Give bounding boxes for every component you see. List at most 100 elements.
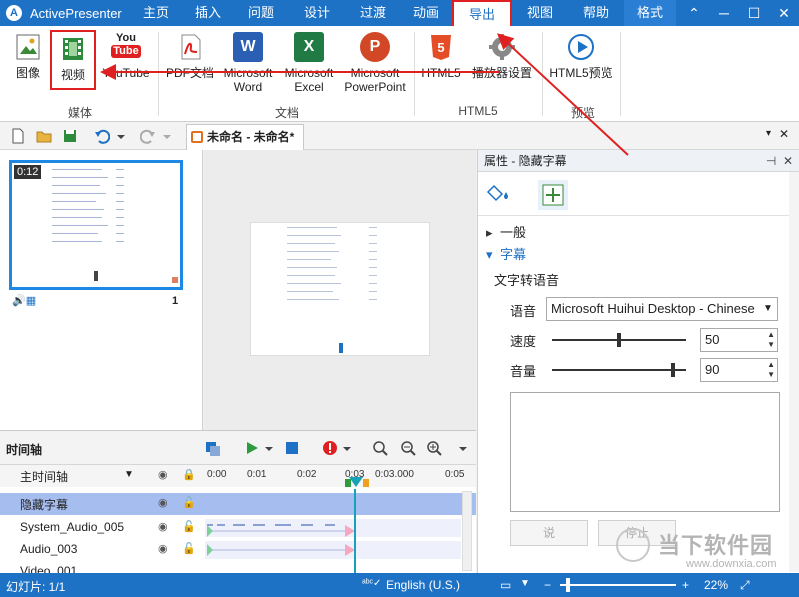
record-icon[interactable]	[322, 440, 338, 456]
document-tab[interactable]: 未命名 - 未命名*	[186, 124, 304, 150]
zoom-out-icon[interactable]	[400, 440, 416, 456]
redo-dropdown-icon[interactable]	[162, 128, 172, 144]
zoom-in-icon[interactable]	[426, 440, 442, 456]
play-icon[interactable]	[244, 440, 260, 456]
unlock-icon[interactable]: 🔓	[182, 496, 196, 509]
tab-view[interactable]: 视图	[512, 0, 568, 26]
audio-waveform[interactable]	[205, 519, 461, 537]
properties-title: 属性 - 隐藏字幕	[484, 154, 567, 168]
pin-icon[interactable]: ⊣	[766, 154, 776, 168]
fill-style-icon[interactable]	[486, 180, 516, 210]
zoom-slider[interactable]	[560, 584, 676, 586]
slide-thumbnail[interactable]: 0:12	[9, 160, 183, 290]
player-settings-button[interactable]: 播放器设置	[468, 32, 536, 80]
undo-dropdown-icon[interactable]	[116, 128, 126, 144]
spin-down-icon[interactable]: ▼	[767, 340, 775, 350]
undo-icon[interactable]	[94, 128, 110, 144]
speed-slider[interactable]	[552, 333, 686, 347]
volume-slider-handle[interactable]	[670, 363, 675, 377]
spin-down-icon[interactable]: ▼	[767, 370, 775, 380]
timeline-playhead[interactable]	[354, 489, 356, 573]
tab-format[interactable]: 格式	[624, 0, 676, 26]
stop-icon[interactable]	[284, 440, 300, 456]
speed-slider-handle[interactable]	[617, 333, 621, 347]
timeline-scrollbar[interactable]	[462, 491, 472, 571]
properties-close-icon[interactable]: ✕	[783, 154, 793, 168]
unlock-icon[interactable]: 🔓	[182, 542, 196, 555]
spin-up-icon[interactable]: ▲	[767, 330, 775, 340]
track-row-video[interactable]: Video_001	[0, 561, 476, 573]
eye-icon[interactable]: ◉	[158, 520, 168, 533]
voice-select-value: Microsoft Huihui Desktop - Chinese (	[551, 301, 763, 316]
word-button[interactable]: W Microsoft Word	[220, 32, 276, 94]
window-controls: ⌃ ─ ☐ ✕	[679, 0, 799, 26]
track-row-captions[interactable]: 隐藏字幕 ◉ 🔓	[0, 493, 476, 515]
zoom-in-button[interactable]: +	[682, 578, 689, 592]
tab-help[interactable]: 帮助	[568, 0, 624, 26]
size-properties-icon[interactable]	[538, 180, 568, 210]
zoom-slider-handle[interactable]	[566, 578, 570, 592]
zoom-out-button[interactable]: −	[544, 578, 551, 592]
speed-spinbox[interactable]: 50 ▲ ▼	[700, 328, 778, 352]
voice-select[interactable]: Microsoft Huihui Desktop - Chinese ( ▼	[546, 297, 778, 321]
record-dropdown-icon[interactable]	[342, 440, 352, 456]
fit-dropdown-icon[interactable]: ▼	[520, 578, 530, 589]
language-status[interactable]: English (U.S.)	[386, 578, 460, 592]
pdf-button[interactable]: PDF文档	[162, 32, 218, 80]
eye-icon[interactable]: ◉	[158, 468, 168, 481]
minimize-icon[interactable]: ─	[709, 0, 739, 26]
track-row-audio[interactable]: Audio_003 ◉ 🔓	[0, 539, 476, 561]
volume-slider[interactable]	[552, 363, 686, 377]
zoom-fit-icon[interactable]	[372, 440, 388, 456]
slide-preview[interactable]	[250, 222, 430, 356]
timeline-title: 时间轴	[6, 443, 43, 457]
volume-spinbox[interactable]: 90 ▲ ▼	[700, 358, 778, 382]
section-collapsed-icon: ▸	[486, 225, 493, 240]
new-file-icon[interactable]	[10, 128, 26, 144]
spellcheck-icon[interactable]: ᵃᵇᶜ✓	[362, 578, 381, 589]
group-separator	[158, 32, 159, 116]
image-button[interactable]: 图像	[8, 32, 48, 80]
speak-button[interactable]: 说	[510, 520, 588, 546]
tab-design[interactable]: 设计	[288, 0, 346, 26]
html5-button[interactable]: 5 HTML5	[418, 32, 464, 80]
section-general[interactable]: ▸ 一般	[486, 222, 526, 241]
html5-preview-button[interactable]: HTML5预览	[546, 32, 616, 80]
unlock-icon[interactable]: 🔓	[182, 520, 196, 533]
audio-clip[interactable]	[205, 541, 461, 559]
play-dropdown-icon[interactable]	[264, 440, 274, 456]
time-ruler[interactable]: 0:00 0:01 0:02 0:03 0:03.000 0:05	[205, 465, 464, 487]
tab-questions[interactable]: 问题	[234, 0, 288, 26]
youtube-button[interactable]: You Tube YouTube	[100, 32, 152, 80]
open-folder-icon[interactable]	[36, 128, 52, 144]
timeline-menu-icon[interactable]	[458, 440, 468, 456]
close-icon[interactable]: ✕	[769, 0, 799, 26]
video-button[interactable]: 视频	[50, 30, 96, 90]
tab-animations[interactable]: 动画	[400, 0, 452, 26]
collapse-ribbon-icon[interactable]: ⌃	[679, 0, 709, 26]
panel-close-icon[interactable]: ✕	[779, 127, 789, 141]
tab-transitions[interactable]: 过渡	[346, 0, 400, 26]
caption-text-area[interactable]	[510, 392, 780, 512]
tab-export[interactable]: 导出	[452, 0, 512, 26]
excel-button[interactable]: X Microsoft Excel	[280, 32, 338, 94]
panel-menu-icon[interactable]: ▾	[766, 128, 771, 139]
lock-icon[interactable]: 🔒	[182, 468, 196, 481]
properties-scrollbar[interactable]	[789, 172, 799, 572]
redo-icon[interactable]	[140, 128, 156, 144]
maximize-icon[interactable]: ☐	[739, 0, 769, 26]
save-icon[interactable]	[62, 128, 78, 144]
tab-home[interactable]: 主页	[130, 0, 182, 26]
spin-up-icon[interactable]: ▲	[767, 360, 775, 370]
eye-icon[interactable]: ◉	[158, 496, 168, 509]
section-captions[interactable]: ▾ 字幕	[486, 244, 526, 263]
powerpoint-button[interactable]: P Microsoft PowerPoint	[342, 32, 408, 94]
fit-screen-icon[interactable]: ▭	[500, 578, 511, 592]
track-clip[interactable]	[205, 495, 461, 513]
tab-insert[interactable]: 插入	[182, 0, 234, 26]
track-row-system-audio[interactable]: System_Audio_005 ◉ 🔓	[0, 517, 476, 539]
layout-icon[interactable]	[204, 440, 220, 456]
main-timeline-dropdown-icon[interactable]: ▼	[124, 469, 134, 480]
fit-window-icon[interactable]: ⤢	[740, 578, 750, 593]
eye-icon[interactable]: ◉	[158, 542, 168, 555]
